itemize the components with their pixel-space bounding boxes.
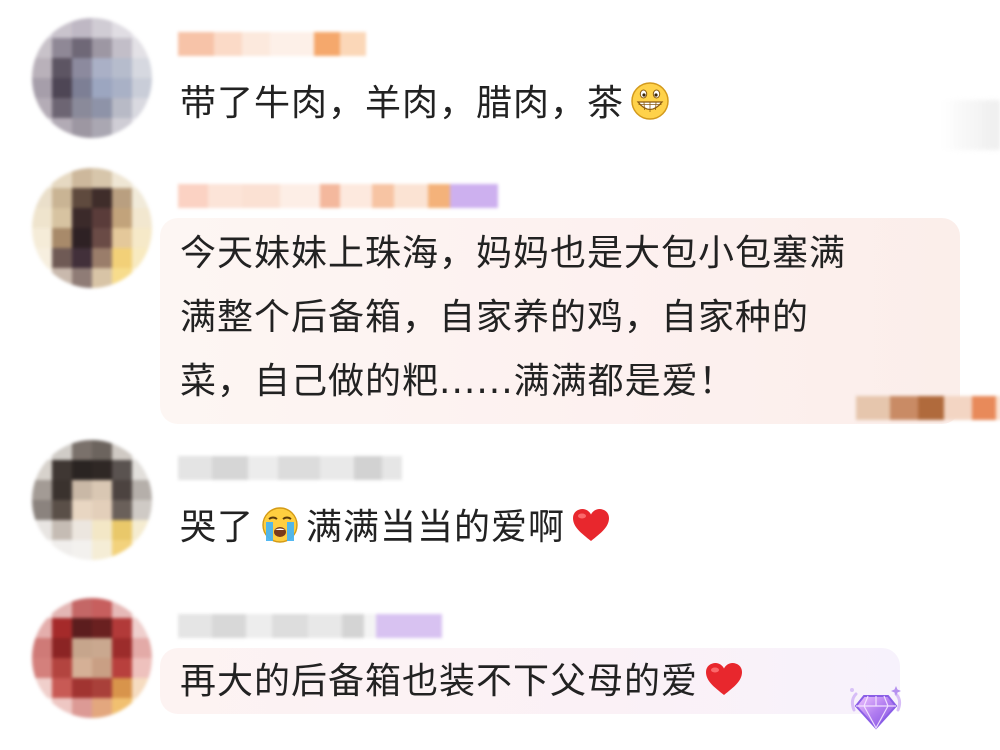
username-redacted[interactable]: [178, 32, 366, 56]
avatar[interactable]: [32, 168, 152, 288]
username-redacted[interactable]: [178, 456, 402, 480]
red-heart-icon: [706, 663, 743, 695]
avatar[interactable]: [32, 598, 152, 718]
avatar[interactable]: [32, 440, 152, 560]
loudly-crying-face-icon: [262, 507, 298, 543]
username-redacted[interactable]: [178, 614, 442, 638]
comment-item: 再大的后备箱也装不下父母的爱: [0, 590, 1000, 750]
comment-text-line: 今天妹妹上珠海，妈妈也是大包小包塞满: [180, 233, 847, 274]
comment-feed: 带了牛肉，羊肉，腊肉，茶 今天妹妹上珠海，妈妈也是大包小包塞满 满整个后备箱，自…: [0, 0, 1000, 750]
grinning-face-icon: [631, 82, 669, 120]
background-smudge: [940, 100, 1000, 150]
comment-text: 再大的后备箱也装不下父母的爱: [180, 650, 744, 714]
comment-item: 哭了 满满当当的爱啊: [0, 430, 1000, 590]
comment-text-line: 满整个后备箱，自家养的鸡，自家种的: [180, 297, 810, 338]
comment-text: 今天妹妹上珠海，妈妈也是大包小包塞满 满整个后备箱，自家养的鸡，自家种的 菜，自…: [180, 222, 846, 414]
purple-diamond-badge-icon[interactable]: [846, 682, 906, 734]
avatar[interactable]: [32, 18, 152, 138]
decorative-stripe: [856, 396, 1000, 420]
username-redacted[interactable]: [178, 184, 498, 208]
comment-item: 今天妹妹上珠海，妈妈也是大包小包塞满 满整个后备箱，自家养的鸡，自家种的 菜，自…: [0, 160, 1000, 430]
comment-text: 哭了 满满当当的爱啊: [180, 496, 611, 560]
comment-text-line: 菜，自己做的粑......满满都是爱！: [180, 361, 736, 402]
comment-item: 带了牛肉，羊肉，腊肉，茶: [0, 0, 1000, 160]
red-heart-icon: [573, 509, 610, 541]
comment-text: 带了牛肉，羊肉，腊肉，茶: [180, 72, 670, 136]
